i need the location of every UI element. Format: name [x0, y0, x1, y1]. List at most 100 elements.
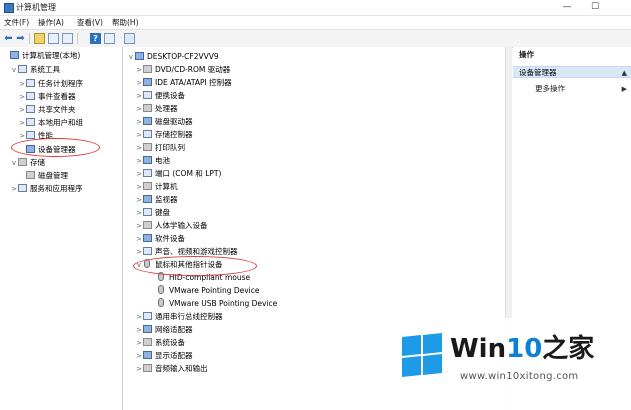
nav-tree-item[interactable]: 设备管理器: [18, 144, 76, 156]
chevron-down-icon[interactable]: v: [10, 64, 18, 76]
chevron-right-icon[interactable]: >: [18, 91, 26, 103]
nav-tree-item[interactable]: > 服务和应用程序: [10, 183, 83, 195]
menu-help[interactable]: 帮助(H): [112, 17, 139, 28]
nav-tree-item[interactable]: > 任务计划程序: [18, 78, 83, 90]
toolbar-divider: [29, 33, 30, 44]
device-category[interactable]: > 便携设备: [135, 90, 185, 102]
chevron-right-icon[interactable]: >: [18, 117, 26, 129]
menu-view[interactable]: 查看(V): [77, 17, 103, 28]
device-category[interactable]: > 显示适配器: [135, 350, 193, 362]
chevron-right-icon[interactable]: >: [135, 77, 143, 89]
nav-item-icon: [18, 158, 27, 166]
chevron-right-icon[interactable]: >: [18, 78, 26, 90]
chevron-right-icon[interactable]: >: [10, 183, 18, 195]
forward-arrow-icon[interactable]: ➡: [15, 33, 26, 44]
chevron-down-icon[interactable]: v: [127, 51, 135, 63]
nav-tree-item[interactable]: 计算机管理(本地): [2, 50, 80, 62]
chevron-right-icon[interactable]: >: [135, 246, 143, 258]
chevron-down-icon[interactable]: v: [10, 157, 18, 169]
chevron-right-icon[interactable]: >: [135, 207, 143, 219]
computer-management-icon: [4, 3, 14, 13]
chevron-right-icon[interactable]: >: [135, 90, 143, 102]
chevron-right-icon[interactable]: >: [135, 194, 143, 206]
device-category[interactable]: > 通用串行总线控制器: [135, 311, 223, 323]
device-tree-root[interactable]: v DESKTOP-CF2VVV9: [127, 51, 219, 63]
nav-tree-item[interactable]: > 性能: [18, 130, 53, 142]
menu-file[interactable]: 文件(F): [4, 17, 29, 28]
device-category[interactable]: > 计算机: [135, 181, 178, 193]
nav-item-icon: [26, 79, 35, 87]
nav-tree-item[interactable]: > 事件查看器: [18, 91, 76, 103]
chevron-right-icon[interactable]: >: [135, 103, 143, 115]
chevron-right-icon[interactable]: >: [18, 130, 26, 142]
chevron-right-icon[interactable]: >: [135, 116, 143, 128]
device-category[interactable]: > 端口 (COM 和 LPT): [135, 168, 221, 180]
nav-tree-item[interactable]: v 存储: [10, 157, 45, 169]
chevron-right-icon[interactable]: >: [135, 233, 143, 245]
device-label: 便携设备: [155, 91, 185, 100]
nav-tree-item[interactable]: > 共享文件夹: [18, 104, 76, 116]
menu-action[interactable]: 操作(A): [38, 17, 64, 28]
monitor-icon[interactable]: [124, 33, 135, 44]
device-icon: [143, 195, 152, 203]
properties-icon[interactable]: [62, 33, 73, 44]
chevron-right-icon[interactable]: >: [135, 142, 143, 154]
chevron-right-icon[interactable]: >: [135, 155, 143, 167]
device-category[interactable]: > DVD/CD-ROM 驱动器: [135, 64, 230, 76]
device-category[interactable]: > 打印队列: [135, 142, 185, 154]
device-label: IDE ATA/ATAPI 控制器: [155, 78, 232, 87]
device-category[interactable]: > 声音、视频和游戏控制器: [135, 246, 238, 258]
mouse-device-item[interactable]: VMware USB Pointing Device: [149, 298, 277, 310]
expand-arrow-icon[interactable]: ▶: [622, 83, 627, 95]
toolbar-divider: [77, 33, 78, 44]
device-category[interactable]: > IDE ATA/ATAPI 控制器: [135, 77, 232, 89]
device-category[interactable]: > 键盘: [135, 207, 170, 219]
nav-tree-item[interactable]: v 系统工具: [10, 64, 60, 76]
device-category[interactable]: > 存储控制器: [135, 129, 193, 141]
chevron-right-icon[interactable]: >: [135, 168, 143, 180]
collapse-arrow-icon[interactable]: ▲: [622, 67, 627, 79]
chevron-right-icon[interactable]: >: [135, 350, 143, 362]
chevron-right-icon[interactable]: >: [135, 129, 143, 141]
back-arrow-icon[interactable]: ⬅: [3, 33, 14, 44]
chevron-right-icon[interactable]: >: [135, 64, 143, 76]
chevron-right-icon[interactable]: >: [135, 311, 143, 323]
chevron-right-icon[interactable]: >: [135, 181, 143, 193]
chevron-down-icon[interactable]: v: [135, 259, 143, 271]
device-category[interactable]: > 监视器: [135, 194, 178, 206]
nav-tree-item[interactable]: 磁盘管理: [18, 170, 68, 182]
device-category[interactable]: > 音频输入和输出: [135, 363, 208, 375]
device-label: 处理器: [155, 104, 178, 113]
device-category[interactable]: > 电池: [135, 155, 170, 167]
chevron-right-icon[interactable]: >: [18, 104, 26, 116]
actions-device-manager[interactable]: 设备管理器 ▲: [513, 66, 631, 78]
nav-item-label: 性能: [38, 131, 53, 140]
chevron-right-icon[interactable]: >: [135, 363, 143, 375]
win10-logo-watermark: Win10之家 www.win10xitong.com: [398, 318, 631, 410]
device-category[interactable]: > 网络适配器: [135, 324, 193, 336]
minimize-button[interactable]: —: [554, 0, 580, 14]
device-icon: [143, 143, 152, 151]
device-label: 鼠标和其他指针设备: [155, 260, 223, 269]
device-category[interactable]: > 人体学输入设备: [135, 220, 208, 232]
mouse-device-item[interactable]: HID-compliant mouse: [149, 272, 250, 284]
device-category[interactable]: > 软件设备: [135, 233, 185, 245]
nav-item-label: 事件查看器: [38, 92, 76, 101]
chevron-right-icon[interactable]: >: [135, 324, 143, 336]
action-pane-icon[interactable]: [104, 33, 115, 44]
nav-tree-item[interactable]: > 本地用户和组: [18, 117, 83, 129]
show-hide-tree-icon[interactable]: [48, 33, 59, 44]
help-icon[interactable]: ?: [90, 33, 101, 44]
nav-item-label: 服务和应用程序: [30, 184, 83, 193]
chevron-right-icon[interactable]: >: [135, 220, 143, 232]
more-actions-item[interactable]: 更多操作 ▶: [513, 83, 631, 95]
maximize-button[interactable]: ☐: [582, 0, 608, 14]
device-category[interactable]: > 处理器: [135, 103, 178, 115]
device-category[interactable]: > 系统设备: [135, 337, 185, 349]
device-category-mouse[interactable]: v 鼠标和其他指针设备: [135, 259, 223, 271]
device-category[interactable]: > 磁盘驱动器: [135, 116, 193, 128]
mouse-device-item[interactable]: VMware Pointing Device: [149, 285, 260, 297]
mouse-icon: [158, 285, 164, 294]
chevron-right-icon[interactable]: >: [135, 337, 143, 349]
folder-up-icon[interactable]: [34, 33, 45, 44]
